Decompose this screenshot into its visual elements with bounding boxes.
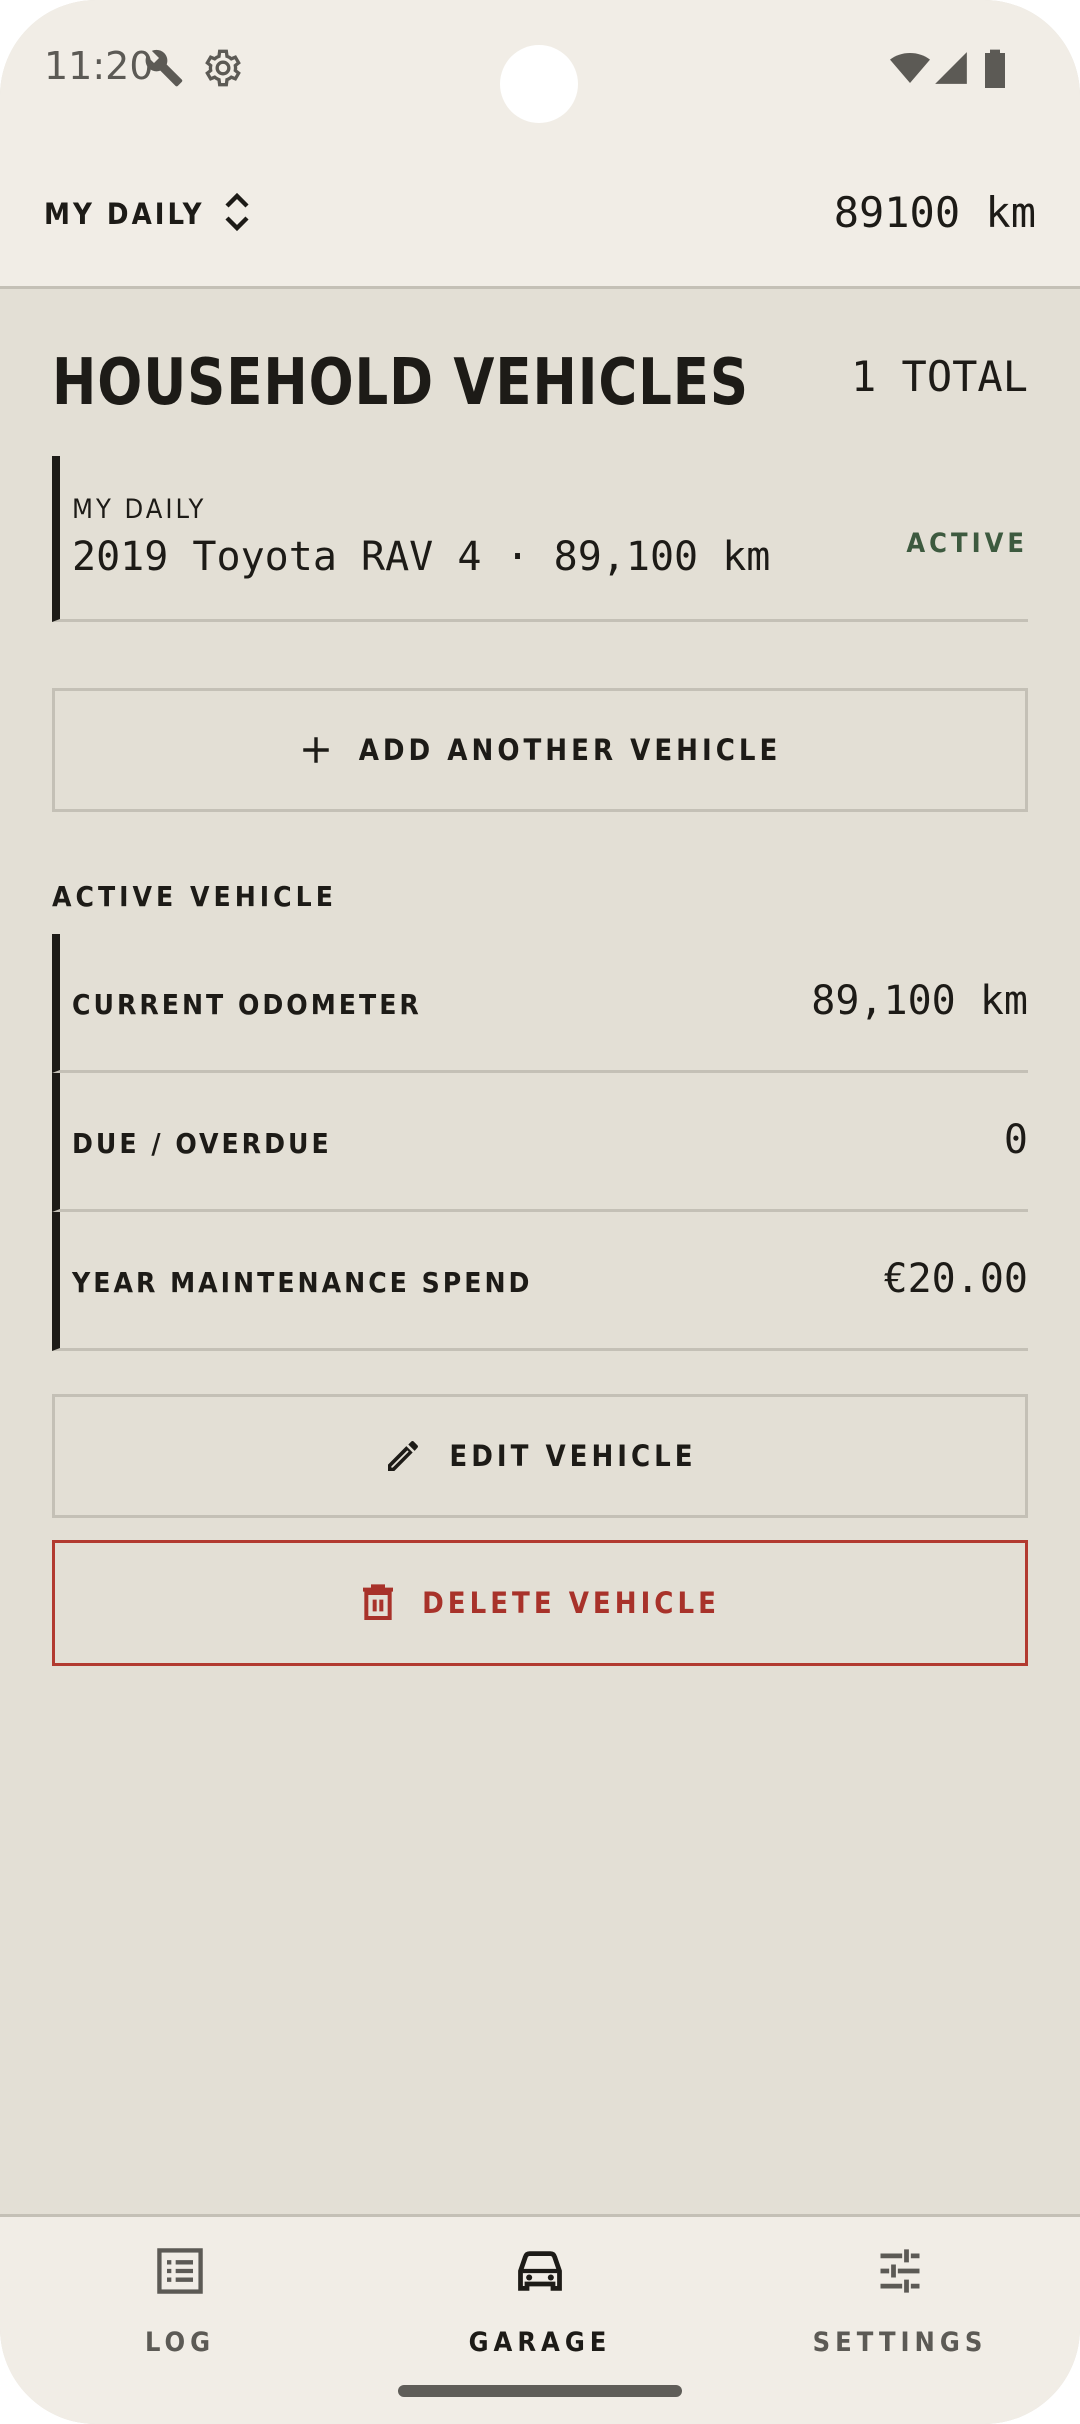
vehicle-switcher-label: MY DAILY (44, 197, 205, 231)
vehicle-description: 2019 Toyota RAV 4 · 89,100 km (72, 534, 771, 580)
edit-vehicle-button[interactable]: EDIT VEHICLE (52, 1394, 1028, 1518)
wrench-icon (144, 48, 184, 92)
status-time: 11:20 (44, 44, 154, 88)
stat-value: 0 (1003, 1117, 1028, 1163)
camera-cutout (500, 45, 578, 123)
plus-icon (299, 733, 333, 767)
header-odometer: 89100 km (833, 188, 1036, 237)
stat-value: €20.00 (883, 1256, 1029, 1302)
list-icon (154, 2245, 206, 2301)
stat-label: DUE / OVERDUE (72, 1127, 332, 1160)
edit-vehicle-label: EDIT VEHICLE (449, 1439, 697, 1473)
vehicle-switcher[interactable]: MY DAILY (44, 192, 251, 236)
home-indicator[interactable] (398, 2385, 682, 2397)
stat-label: YEAR MAINTENANCE SPEND (72, 1266, 533, 1299)
nav-label-log: LOG (144, 2327, 216, 2358)
vehicle-nickname: MY DAILY (72, 494, 207, 525)
delete-vehicle-button[interactable]: DELETE VEHICLE (52, 1540, 1028, 1666)
status-badge: ACTIVE (906, 528, 1028, 559)
nav-label-garage: GARAGE (468, 2327, 612, 2358)
delete-vehicle-label: DELETE VEHICLE (422, 1586, 720, 1620)
nav-label-settings: SETTINGS (812, 2327, 988, 2358)
battery-icon (982, 48, 1008, 92)
stat-row-spend: YEAR MAINTENANCE SPEND €20.00 (52, 1212, 1028, 1351)
nav-item-garage[interactable]: GARAGE (360, 2217, 720, 2367)
top-app-bar: 11:20 MY DAILY 89100 km (0, 0, 1080, 289)
wifi-icon (890, 48, 930, 92)
stat-row-odometer: CURRENT ODOMETER 89,100 km (52, 934, 1028, 1073)
stat-label: CURRENT ODOMETER (72, 988, 422, 1021)
vehicle-card[interactable]: MY DAILY 2019 Toyota RAV 4 · 89,100 km A… (52, 456, 1028, 622)
stat-row-due: DUE / OVERDUE 0 (52, 1073, 1028, 1212)
nav-item-log[interactable]: LOG (0, 2217, 360, 2367)
unfold-icon (205, 192, 251, 236)
page-title: HOUSEHOLD VEHICLES (52, 346, 749, 420)
section-label: ACTIVE VEHICLE (52, 880, 337, 913)
car-icon (513, 2245, 567, 2301)
sliders-icon (874, 2245, 926, 2301)
pencil-icon (383, 1436, 423, 1476)
signal-icon (932, 48, 970, 92)
stat-value: 89,100 km (811, 978, 1028, 1024)
gear-icon (203, 48, 243, 92)
add-vehicle-button[interactable]: ADD ANOTHER VEHICLE (52, 688, 1028, 812)
vehicle-count: 1 TOTAL (850, 352, 1028, 401)
add-vehicle-label: ADD ANOTHER VEHICLE (358, 733, 782, 767)
screen: 11:20 MY DAILY 89100 km HOUSEHOLD VEHICL… (0, 0, 1080, 2424)
nav-item-settings[interactable]: SETTINGS (720, 2217, 1080, 2367)
trash-icon (360, 1583, 396, 1623)
